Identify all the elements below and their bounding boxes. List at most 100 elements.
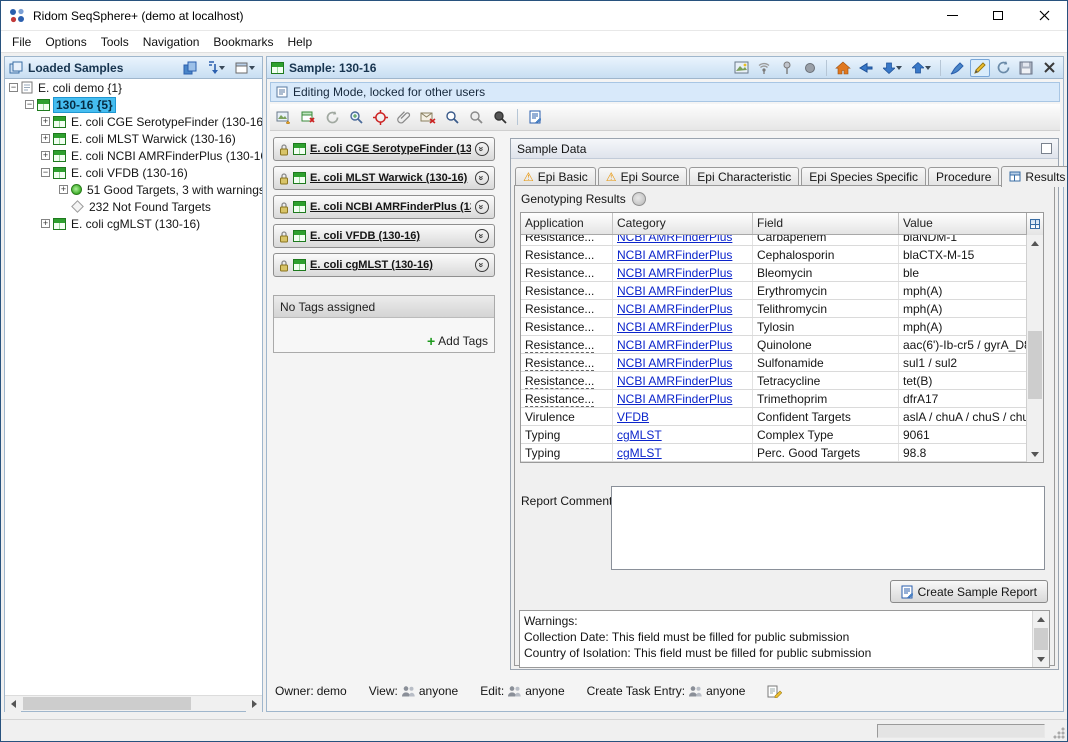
tree-horizontal-scrollbar[interactable] bbox=[5, 695, 262, 711]
resize-grip[interactable] bbox=[1052, 726, 1065, 739]
delete-table-button[interactable] bbox=[298, 108, 318, 126]
broadcast-button[interactable] bbox=[754, 59, 774, 77]
table-row[interactable]: Typing cgMLST Perc. Good Targets 98.8 bbox=[521, 444, 1026, 462]
expand-task-icon[interactable] bbox=[475, 200, 489, 214]
table-row[interactable]: Resistance... NCBI AMRFinderPlus Sulfona… bbox=[521, 354, 1026, 372]
search-off-button[interactable] bbox=[490, 108, 510, 126]
table-row[interactable]: Resistance... NCBI AMRFinderPlus Telithr… bbox=[521, 300, 1026, 318]
column-config-button[interactable] bbox=[1026, 213, 1043, 235]
tree-item-cgmlst[interactable]: E. coli cgMLST (130-16) bbox=[5, 215, 262, 232]
load-samples-button[interactable] bbox=[180, 59, 200, 77]
expand-task-icon[interactable] bbox=[475, 258, 489, 272]
table-row[interactable]: Resistance... NCBI AMRFinderPlus Trimeth… bbox=[521, 390, 1026, 408]
column-header-category[interactable]: Category bbox=[613, 213, 753, 234]
task-button-amrfinder[interactable]: E. coli NCBI AMRFinderPlus (130-16) bbox=[273, 195, 495, 219]
expander-icon[interactable] bbox=[41, 151, 50, 160]
category-link[interactable]: NCBI AMRFinderPlus bbox=[617, 320, 732, 334]
tab-epi-source[interactable]: ⚠Epi Source bbox=[598, 167, 687, 186]
scroll-left-button[interactable] bbox=[5, 696, 21, 712]
back-button[interactable] bbox=[856, 59, 876, 77]
expander-icon[interactable] bbox=[41, 219, 50, 228]
sort-tree-button[interactable] bbox=[203, 59, 229, 77]
zoom-out-button[interactable] bbox=[466, 108, 486, 126]
column-header-value[interactable]: Value bbox=[899, 213, 1026, 234]
category-link[interactable]: VFDB bbox=[617, 410, 649, 424]
category-link[interactable]: NCBI AMRFinderPlus bbox=[617, 302, 732, 316]
table-row[interactable]: Resistance... NCBI AMRFinderPlus Quinolo… bbox=[521, 336, 1026, 354]
expander-icon[interactable] bbox=[59, 185, 68, 194]
report-comment-input[interactable] bbox=[611, 486, 1045, 570]
expander-icon[interactable] bbox=[41, 168, 50, 177]
tree-item-not-found-targets[interactable]: 232 Not Found Targets bbox=[5, 198, 262, 215]
close-button[interactable] bbox=[1021, 1, 1067, 31]
expander-icon[interactable] bbox=[9, 83, 18, 92]
tab-epi-species-specific[interactable]: Epi Species Specific bbox=[801, 167, 926, 186]
reprocess-button[interactable] bbox=[322, 108, 342, 126]
menu-help[interactable]: Help bbox=[280, 32, 319, 52]
category-link[interactable]: NCBI AMRFinderPlus bbox=[617, 266, 732, 280]
task-button-serotypefinder[interactable]: E. coli CGE SerotypeFinder (130-16) bbox=[273, 137, 495, 161]
collapse-box-icon[interactable] bbox=[1041, 143, 1052, 154]
refresh-button[interactable] bbox=[993, 59, 1013, 77]
task-button-vfdb[interactable]: E. coli VFDB (130-16) bbox=[273, 224, 495, 248]
scroll-thumb[interactable] bbox=[1028, 331, 1042, 399]
category-link[interactable]: cgMLST bbox=[617, 428, 662, 442]
expand-task-icon[interactable] bbox=[475, 171, 489, 185]
table-row[interactable]: Resistance... NCBI AMRFinderPlus Bleomyc… bbox=[521, 264, 1026, 282]
tree-item-serotypefinder[interactable]: E. coli CGE SerotypeFinder (130-16) bbox=[5, 113, 262, 130]
tab-results[interactable]: Results bbox=[1001, 166, 1068, 187]
menu-file[interactable]: File bbox=[5, 32, 38, 52]
next-sample-button[interactable] bbox=[879, 59, 905, 77]
expand-task-icon[interactable] bbox=[475, 229, 489, 243]
category-link[interactable]: NCBI AMRFinderPlus bbox=[617, 235, 732, 244]
scroll-up-button[interactable] bbox=[1027, 235, 1043, 251]
tree-item-vfdb[interactable]: E. coli VFDB (130-16) bbox=[5, 164, 262, 181]
edit-permissions-button[interactable] bbox=[767, 684, 782, 698]
category-link[interactable]: NCBI AMRFinderPlus bbox=[617, 338, 732, 352]
table-row[interactable]: Resistance... NCBI AMRFinderPlus Erythro… bbox=[521, 282, 1026, 300]
scroll-down-button[interactable] bbox=[1027, 446, 1043, 462]
table-row[interactable]: Resistance... NCBI AMRFinderPlus Carbape… bbox=[521, 235, 1026, 246]
table-row[interactable]: Resistance... NCBI AMRFinderPlus Cephalo… bbox=[521, 246, 1026, 264]
scroll-right-button[interactable] bbox=[246, 696, 262, 712]
table-row[interactable]: Resistance... NCBI AMRFinderPlus Tylosin… bbox=[521, 318, 1026, 336]
table-row[interactable]: Resistance... NCBI AMRFinderPlus Tetracy… bbox=[521, 372, 1026, 390]
category-link[interactable]: NCBI AMRFinderPlus bbox=[617, 392, 732, 406]
category-link[interactable]: NCBI AMRFinderPlus bbox=[617, 356, 732, 370]
genotyping-refresh-icon[interactable] bbox=[632, 192, 646, 206]
menu-navigation[interactable]: Navigation bbox=[136, 32, 207, 52]
close-sample-button[interactable] bbox=[1039, 59, 1059, 77]
category-link[interactable]: NCBI AMRFinderPlus bbox=[617, 284, 732, 298]
export-view-button[interactable] bbox=[274, 108, 294, 126]
previous-sample-button[interactable] bbox=[908, 59, 934, 77]
tree-item-sample-130-16[interactable]: 130-16 {5} bbox=[5, 96, 262, 113]
scroll-thumb[interactable] bbox=[1034, 628, 1048, 650]
remove-mail-button[interactable] bbox=[418, 108, 438, 126]
maximize-button[interactable] bbox=[975, 1, 1021, 31]
table-vertical-scrollbar[interactable] bbox=[1026, 235, 1043, 462]
warnings-scrollbar[interactable] bbox=[1032, 611, 1049, 667]
scroll-track[interactable] bbox=[21, 696, 246, 711]
view-options-button[interactable] bbox=[232, 59, 258, 77]
tab-epi-characteristic[interactable]: Epi Characteristic bbox=[689, 167, 799, 186]
tab-epi-basic[interactable]: ⚠Epi Basic bbox=[515, 167, 596, 186]
expander-icon[interactable] bbox=[25, 100, 34, 109]
zoom-in-button[interactable] bbox=[442, 108, 462, 126]
menu-bookmarks[interactable]: Bookmarks bbox=[206, 32, 280, 52]
target-button[interactable] bbox=[370, 108, 390, 126]
submit-button[interactable] bbox=[947, 59, 967, 77]
tree-item-amrfinder[interactable]: E. coli NCBI AMRFinderPlus (130-16) bbox=[5, 147, 262, 164]
minimize-button[interactable] bbox=[929, 1, 975, 31]
scroll-down-button[interactable] bbox=[1033, 651, 1049, 667]
sample-report-button[interactable] bbox=[525, 108, 545, 126]
menu-tools[interactable]: Tools bbox=[94, 32, 136, 52]
export-image-button[interactable] bbox=[731, 59, 751, 77]
table-row[interactable]: Typing cgMLST Complex Type 9061 bbox=[521, 426, 1026, 444]
analyze-button[interactable] bbox=[346, 108, 366, 126]
editing-mode-toggle[interactable] bbox=[970, 59, 990, 77]
home-button[interactable] bbox=[833, 59, 853, 77]
create-sample-report-button[interactable]: Create Sample Report bbox=[890, 580, 1048, 603]
category-link[interactable]: NCBI AMRFinderPlus bbox=[617, 374, 732, 388]
expander-icon[interactable] bbox=[41, 134, 50, 143]
save-button[interactable] bbox=[1016, 59, 1036, 77]
